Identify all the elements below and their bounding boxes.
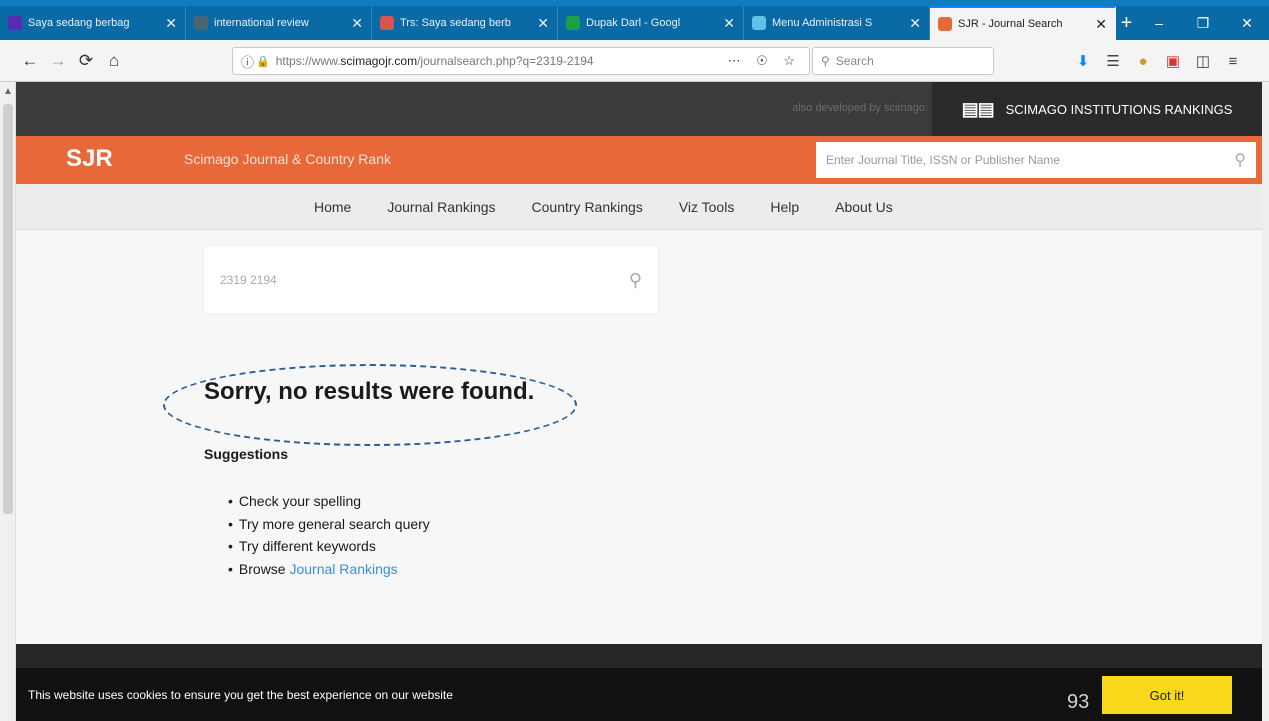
site-search-input[interactable]: Enter Journal Title, ISSN or Publisher N…	[816, 142, 1256, 178]
extension-icon[interactable]: ●	[1128, 53, 1158, 70]
journal-search-query: 2319 2194	[220, 273, 277, 287]
lock-icon: 🔒	[256, 55, 270, 68]
menu-journal-rankings[interactable]: Journal Rankings	[387, 199, 495, 215]
browser-tab-bar: Saya sedang berbag ✕ international review ✕…	[0, 0, 1269, 40]
main-menu: Home Journal Rankings Country Rankings V…	[16, 184, 1262, 230]
browser-tab[interactable]: Dupak Darl - Googl ✕	[558, 6, 744, 40]
favicon-icon	[752, 16, 766, 30]
url-bar[interactable]: ⓘ 🔒 https://www. scimagojr.com/journalsea…	[232, 47, 810, 75]
browser-tab[interactable]: international review ✕	[186, 6, 372, 40]
search-icon[interactable]: ⚲	[629, 270, 642, 291]
site-search-placeholder: Enter Journal Title, ISSN or Publisher N…	[826, 153, 1061, 167]
menu-home[interactable]: Home	[314, 199, 351, 215]
web-page: also developed by scimago: ▤▤ SCIMAGO IN…	[16, 82, 1262, 721]
forward-icon[interactable]: →	[44, 47, 72, 75]
menu-about-us[interactable]: About Us	[835, 199, 893, 215]
menu-help[interactable]: Help	[770, 199, 799, 215]
browse-prefix: Browse	[238, 560, 286, 577]
favicon-icon	[938, 17, 952, 31]
close-tab-icon[interactable]: ✕	[1095, 16, 1107, 33]
browser-search-placeholder: Search	[835, 54, 874, 68]
pocket-icon[interactable]: ▣	[1158, 52, 1188, 70]
close-tab-icon[interactable]: ✕	[723, 15, 735, 32]
institution-pillars-icon: ▤▤	[961, 98, 995, 119]
tab-title: Menu Administrasi S	[772, 17, 873, 29]
suggestion-item: Check your spelling	[228, 490, 430, 513]
library-icon[interactable]: ☰	[1098, 52, 1128, 70]
url-prefix: https://www.	[275, 54, 341, 68]
journal-search-box[interactable]: 2319 2194 ⚲	[204, 247, 658, 313]
download-icon[interactable]: ⬇	[1068, 52, 1098, 70]
tab-title: SJR - Journal Search	[958, 18, 1063, 30]
tab-title: international review	[214, 17, 309, 29]
new-tab-button[interactable]: +	[1116, 6, 1137, 40]
no-results-heading: Sorry, no results were found.	[204, 378, 535, 405]
menu-viz-tools[interactable]: Viz Tools	[679, 199, 735, 215]
sir-label: SCIMAGO INSTITUTIONS RANKINGS	[1005, 101, 1233, 117]
restore-icon[interactable]: ❐	[1181, 6, 1225, 40]
url-host: scimagojr.com	[340, 54, 418, 68]
favicon-icon	[566, 16, 580, 30]
menu-country-rankings[interactable]: Country Rankings	[532, 199, 643, 215]
close-tab-icon[interactable]: ✕	[165, 15, 177, 32]
browser-search-field[interactable]: ⚲ Search	[812, 47, 994, 75]
slide-number: 93	[1067, 691, 1090, 713]
reload-icon[interactable]: ⟳	[72, 47, 100, 75]
suggestion-item: Try more general search query	[228, 513, 430, 536]
journal-rankings-link[interactable]: Journal Rankings	[289, 561, 397, 577]
suggestions-list: Check your spelling Try more general sea…	[228, 490, 430, 580]
page-actions-icon[interactable]: ⋯ ☉ ☆	[727, 53, 801, 69]
sir-link[interactable]: ▤▤ SCIMAGO INSTITUTIONS RANKINGS	[932, 82, 1262, 136]
top-dark-bar: also developed by scimago: ▤▤ SCIMAGO IN…	[16, 82, 1262, 136]
browser-tab[interactable]: Saya sedang berbag ✕	[0, 6, 186, 40]
menu-icon[interactable]: ≡	[1218, 53, 1248, 70]
url-path: /journalsearch.php?q=2319-2194	[417, 54, 594, 68]
scrollbar-thumb[interactable]	[3, 104, 13, 514]
back-icon[interactable]: ←	[16, 47, 44, 75]
close-tab-icon[interactable]: ✕	[351, 15, 363, 32]
favicon-icon	[194, 16, 208, 30]
tab-list: Saya sedang berbag ✕ international review ✕…	[0, 6, 1116, 40]
suggestion-item: Try different keywords	[228, 535, 430, 558]
info-icon[interactable]: ⓘ	[241, 52, 254, 71]
tab-title: Trs: Saya sedang berb	[400, 17, 511, 29]
vertical-scrollbar[interactable]: ▲	[0, 82, 16, 721]
sjr-logo[interactable]: SJR	[66, 145, 113, 173]
browser-tab[interactable]: Trs: Saya sedang berb ✕	[372, 6, 558, 40]
close-tab-icon[interactable]: ✕	[909, 15, 921, 32]
search-icon[interactable]: ⚲	[1234, 150, 1246, 170]
also-developed-text: also developed by scimago:	[792, 102, 928, 114]
minimize-icon[interactable]: –	[1137, 6, 1181, 40]
right-scroll-track	[1262, 82, 1269, 721]
sidebar-icon[interactable]: ◫	[1188, 52, 1218, 70]
cookie-banner: This website uses cookies to ensure you …	[16, 668, 1262, 721]
home-icon[interactable]: ⌂	[100, 47, 128, 75]
scroll-up-icon[interactable]: ▲	[3, 86, 13, 97]
close-window-icon[interactable]: ✕	[1225, 6, 1269, 40]
site-name[interactable]: Scimago Journal & Country Rank	[184, 151, 391, 167]
cookie-message: This website uses cookies to ensure you …	[28, 687, 453, 702]
favicon-icon	[380, 16, 394, 30]
browser-tab[interactable]: SJR - Journal Search ✕	[930, 6, 1116, 40]
tab-title: Saya sedang berbag	[28, 17, 130, 29]
browser-tab[interactable]: Menu Administrasi S ✕	[744, 6, 930, 40]
tab-title: Dupak Darl - Googl	[586, 17, 681, 29]
browser-nav-bar: ← → ⟳ ⌂ ⓘ 🔒 https://www. scimagojr.com/jo…	[0, 40, 1269, 82]
suggestions-title: Suggestions	[204, 446, 289, 462]
favicon-icon	[8, 16, 22, 30]
search-icon: ⚲	[821, 54, 830, 68]
toolbar-icons: ⬇ ☰ ● ▣ ◫ ≡	[1068, 47, 1248, 75]
window-controls: – ❐ ✕	[1137, 6, 1269, 40]
suggestion-item-browse: Browse Journal Rankings	[228, 558, 430, 581]
site-header: SJR Scimago Journal & Country Rank Enter…	[16, 136, 1262, 184]
close-tab-icon[interactable]: ✕	[537, 15, 549, 32]
got-it-button[interactable]: Got it!	[1102, 676, 1232, 714]
